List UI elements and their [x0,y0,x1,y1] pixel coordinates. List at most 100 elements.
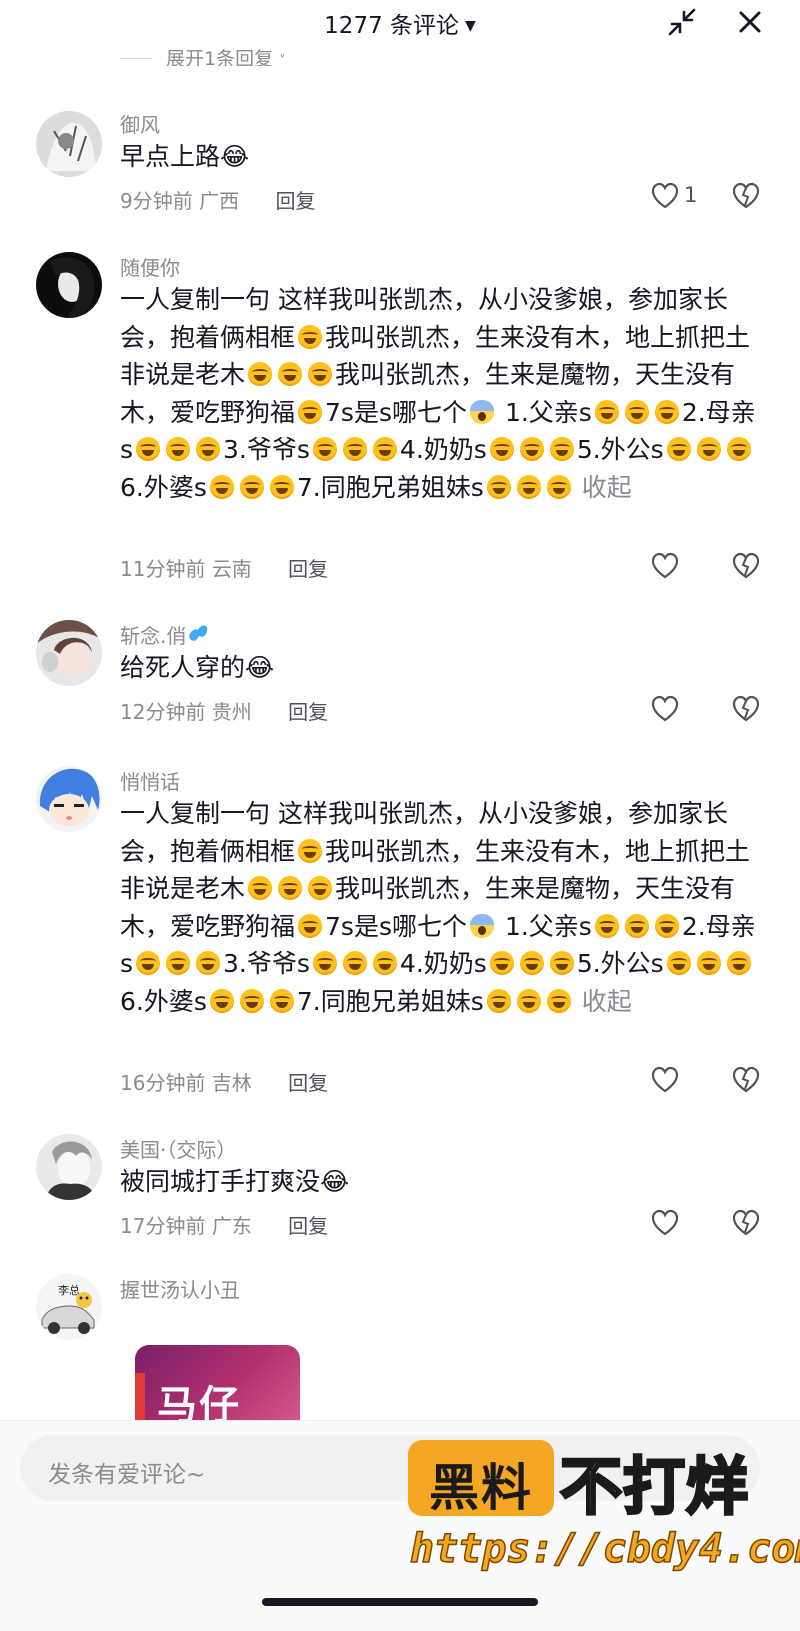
tears-of-joy-emoji-icon [594,399,619,424]
comment-sticker-image[interactable]: 马仔 [135,1345,300,1425]
close-icon[interactable] [732,4,768,40]
text-segment: 3.爷爷s [223,435,310,464]
comment-location: 广西 [199,189,240,213]
tears-of-joy-emoji-icon [624,399,649,424]
comment-time: 16分钟前 [120,1071,206,1095]
tears-of-joy-emoji-icon [594,913,619,938]
screaming-emoji-icon [469,913,494,938]
text-segment: 4.奶奶s [399,949,487,978]
comment-location: 云南 [211,557,252,581]
comment-location: 吉林 [211,1071,252,1095]
tears-of-joy-emoji-icon [308,362,333,386]
username[interactable]: 握世汤认小丑 [120,1274,240,1303]
heart-icon[interactable] [650,1208,680,1238]
comment-text: 一人复制一句 这样我叫张凯杰，从小没爹娘，参加家长会，抱着俩相框 我叫张凯杰，生来… [120,795,760,1020]
avatar[interactable] [36,252,102,318]
tears-of-joy-emoji-icon [666,437,691,461]
dislike-icon[interactable] [730,181,762,211]
tears-of-joy-emoji-icon [298,913,323,938]
reply-button[interactable]: 回复 [288,1071,328,1095]
comment-location: 贵州 [211,700,252,724]
avatar[interactable] [36,766,102,832]
text-segment: 6.外婆s [120,986,207,1016]
tears-of-joy-emoji-icon [726,437,751,461]
heart-icon[interactable] [650,181,680,211]
heart-icon[interactable] [650,551,680,581]
home-indicator[interactable] [262,1598,538,1606]
avatar-label: 李总 [58,1283,80,1297]
sticker-accent [135,1373,145,1421]
avatar[interactable] [36,111,102,177]
comment-time: 17分钟前 [120,1214,206,1238]
tears-of-joy-emoji-icon [372,437,397,461]
username[interactable]: 斩念.俏 [120,620,210,649]
tears-of-joy-emoji-icon [209,988,234,1013]
screaming-emoji-icon [469,399,494,424]
comment-text: 一人复制一句 这样我叫张凯杰，从小没爹娘，参加家长会，抱着俩相框 我叫张凯杰，生来… [120,281,760,506]
text-segment: 5.外公s [576,435,664,464]
dislike-icon[interactable] [730,551,762,581]
reply-button[interactable]: 回复 [288,1214,328,1238]
tears-of-joy-emoji-icon [269,988,294,1013]
avatar[interactable] [36,620,102,686]
tears-of-joy-emoji-icon [166,437,191,461]
tears-of-joy-emoji-icon [489,951,514,975]
tears-of-joy-emoji-icon [239,988,264,1013]
expand-replies-link[interactable]: 展开1条回复 ˅ [120,44,286,66]
avatar[interactable] [36,1134,102,1200]
comment-location: 广东 [211,1214,252,1238]
comment-text: 早点上路😂 [120,142,250,171]
comment-time: 12分钟前 [120,700,206,724]
watermark-badge: 黑料 [408,1440,554,1517]
tears-of-joy-emoji-icon [486,988,511,1013]
expand-replies-label: 展开1条回复 [166,48,274,66]
tears-of-joy-emoji-icon [248,876,273,900]
heart-icon[interactable] [650,1065,680,1095]
tears-of-joy-emoji-icon [516,988,541,1013]
chevron-down-icon: ˅ [279,54,286,66]
comment-meta: 17分钟前 广东 回复 [120,1210,328,1239]
collapse-link[interactable]: 收起 [582,987,632,1016]
tears-of-joy-emoji-icon [342,951,367,975]
tears-of-joy-emoji-icon [549,951,574,975]
tears-of-joy-emoji-icon [298,324,323,349]
dislike-icon[interactable] [730,694,762,724]
tears-of-joy-emoji-icon [519,437,544,461]
text-segment: 7.同胞兄弟姐妹s [296,472,484,502]
username[interactable]: 随便你 [120,252,180,281]
tears-of-joy-emoji-icon [278,876,303,900]
heart-icon[interactable] [650,694,680,724]
text-segment: 7s是s哪七个 [325,397,467,427]
username[interactable]: 悄悄话 [120,766,180,795]
tears-of-joy-emoji-icon [239,474,264,499]
username[interactable]: 御风 [120,109,160,138]
tears-of-joy-emoji-icon [486,474,511,499]
comment-meta: 16分钟前 吉林 回复 [120,1067,328,1096]
like-count: 1 [684,183,698,207]
dislike-icon[interactable] [730,1065,762,1095]
dislike-icon[interactable] [730,1208,762,1238]
text-segment: 4.奶奶s [399,435,487,464]
avatar[interactable]: 李总 [36,1274,102,1340]
comment-meta: 9分钟前 广西 回复 [120,185,315,214]
reply-button[interactable]: 回复 [288,557,328,581]
tears-of-joy-emoji-icon [196,951,221,975]
collapse-link[interactable]: 收起 [582,473,632,502]
tears-of-joy-emoji-icon [298,838,323,863]
watermark-text: 不打烊 [558,1449,750,1525]
username[interactable]: 美国·（交际） [120,1134,236,1163]
comment-meta: 12分钟前 贵州 回复 [120,696,328,725]
tears-of-joy-emoji-icon [278,362,303,386]
tears-of-joy-emoji-icon [654,913,679,938]
reply-button[interactable]: 回复 [288,700,328,724]
tears-of-joy-emoji-icon [312,437,337,461]
text-segment: 3.爷爷s [223,949,310,978]
tears-of-joy-emoji-icon [546,474,571,499]
tears-of-joy-emoji-icon [696,951,721,975]
tears-of-joy-emoji-icon [269,474,294,499]
comment-count-label: 1277 条评论 [324,13,460,39]
tears-of-joy-emoji-icon [312,951,337,975]
reply-button[interactable]: 回复 [275,189,315,213]
collapse-icon[interactable] [664,4,700,40]
tears-of-joy-emoji-icon [489,437,514,461]
